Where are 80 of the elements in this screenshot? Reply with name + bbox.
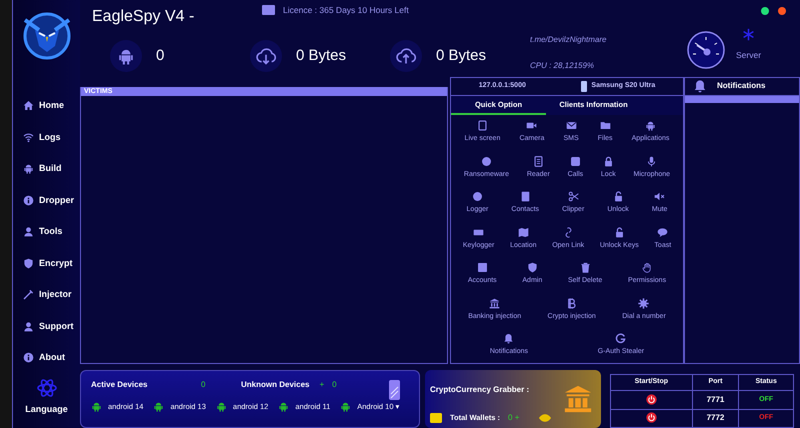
server-button[interactable]: Server (736, 28, 762, 62)
muted-speaker-icon (654, 191, 666, 202)
unlocked-padlock-icon (614, 226, 625, 238)
stat-value: 0 (156, 46, 164, 66)
licence-text: Licence : 365 Days 10 Hours Left (283, 4, 409, 17)
stat-value: 0 Bytes (436, 46, 486, 66)
power-button[interactable] (646, 412, 657, 424)
sidebar-item[interactable]: Encrypt (13, 248, 80, 279)
active-devices-label: Active Devices (91, 379, 148, 391)
language-button[interactable]: Language (13, 378, 80, 416)
gear-icon (638, 298, 650, 309)
bank-building-icon (489, 298, 500, 309)
folder-icon (600, 120, 611, 132)
trash-icon (580, 262, 591, 274)
cloud-upload-icon (396, 46, 416, 66)
sidebar-item[interactable]: Tools (13, 216, 80, 248)
android-icon (23, 163, 34, 174)
android-icon (278, 401, 290, 412)
android-icon (645, 120, 656, 132)
sidebar-item[interactable]: Build (13, 153, 80, 184)
circle-icon (480, 156, 492, 167)
syringe-icon (23, 289, 34, 300)
user-icon (23, 320, 34, 332)
unknown-devices-label: Unknown Devices (241, 379, 310, 391)
card-title: CryptoCurrency Grabber : (430, 385, 530, 394)
hand-icon (642, 262, 653, 274)
wallet-count: 0 + (508, 412, 520, 424)
scissors-icon (568, 191, 579, 202)
video-camera-icon (526, 120, 538, 132)
info-icon (23, 194, 34, 206)
stat-value: 0 Bytes (296, 46, 346, 66)
shield-icon (23, 258, 34, 269)
atom-icon (36, 378, 56, 398)
bell-icon (503, 333, 514, 344)
unknown-count: 0 (332, 379, 337, 391)
user-icon (23, 226, 34, 238)
window-control-dot[interactable] (778, 7, 786, 15)
tablet-icon (476, 120, 488, 132)
android-icon (216, 401, 227, 412)
notifications-title: Notifications (717, 80, 766, 92)
android-icon (117, 47, 135, 65)
shield-icon (526, 262, 538, 274)
sidebar-item[interactable]: About (13, 342, 80, 374)
window-control-dot[interactable] (761, 7, 769, 15)
speedometer-icon (686, 30, 726, 70)
unlocked-padlock-icon (612, 191, 624, 202)
cloud-download-icon (256, 46, 276, 66)
android-icon (340, 401, 352, 412)
bank-building-icon (563, 384, 593, 414)
microphone-icon (646, 156, 658, 167)
sidebar-item[interactable]: Support (13, 310, 80, 342)
cpu-usage: CPU : 28,12159% (530, 60, 596, 72)
envelope-icon (566, 120, 577, 132)
map-icon (518, 226, 529, 238)
g-logo-icon (615, 333, 626, 344)
wifi-icon (23, 132, 34, 143)
lock-icon (602, 156, 614, 167)
sidebar-item[interactable]: Injector (13, 279, 80, 310)
smartphone-icon (388, 379, 401, 401)
android-icon (153, 401, 164, 412)
circle-icon (472, 191, 483, 202)
coin-symbol-icon (566, 298, 578, 309)
sidebar-item[interactable]: Logs (13, 122, 80, 153)
eye-icon[interactable] (539, 414, 552, 422)
sidebar-item[interactable]: Dropper (13, 184, 80, 216)
window-title: EagleSpy V4 - (92, 7, 194, 27)
power-button[interactable] (646, 394, 657, 406)
wallet-icon (430, 413, 442, 423)
bell-icon (693, 79, 707, 94)
android-icon (91, 401, 102, 412)
sidebar-item[interactable]: Home (13, 90, 80, 122)
document-icon (532, 156, 544, 167)
plus-sign: + (319, 379, 324, 391)
info-icon (23, 352, 34, 364)
table-cell: 7772 (692, 409, 739, 428)
active-count: 0 (201, 379, 206, 391)
snowflake-icon (742, 28, 756, 41)
house-icon (23, 100, 34, 112)
table-cell: 7771 (692, 390, 739, 410)
chat-bubble-icon (657, 226, 668, 238)
